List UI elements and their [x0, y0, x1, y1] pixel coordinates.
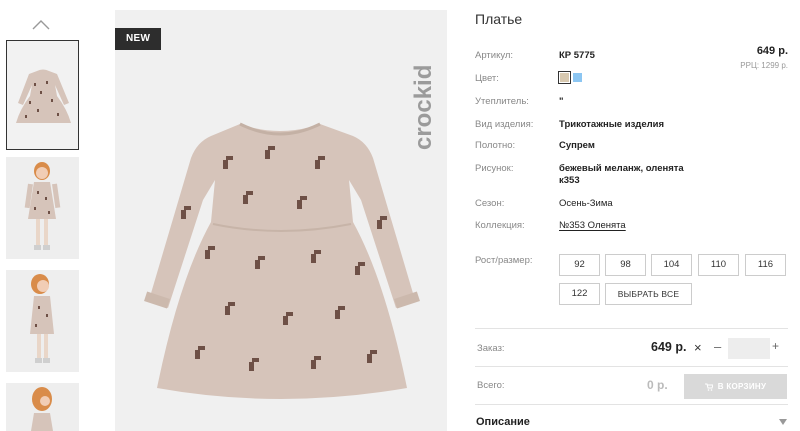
size-option-116[interactable]: 116: [745, 254, 786, 276]
add-to-cart-button[interactable]: В КОРЗИНУ: [684, 374, 787, 399]
new-badge: NEW: [115, 28, 162, 50]
crockid-logo: crockid: [410, 65, 437, 150]
size-option-110[interactable]: 110: [698, 254, 739, 276]
order-label: Заказ:: [477, 343, 505, 354]
pattern-label: Рисунок:: [475, 163, 514, 174]
quantity-increase-button[interactable]: +: [772, 339, 779, 353]
thumbnail-model-image: [6, 383, 79, 431]
pattern-value-line2: к353: [559, 175, 580, 186]
cart-icon: [704, 383, 713, 391]
description-toggle[interactable]: Описание: [476, 416, 530, 428]
multiply-icon: ×: [694, 340, 702, 355]
chevron-down-icon[interactable]: [779, 419, 787, 425]
season-label: Сезон:: [475, 198, 505, 209]
recommended-retail-price: РРЦ: 1299 р.: [740, 61, 788, 70]
add-to-cart-label: В КОРЗИНУ: [717, 382, 767, 391]
season-value: Осень-Зима: [559, 198, 613, 209]
article-label: Артикул:: [475, 50, 514, 61]
quantity-input[interactable]: [728, 338, 770, 359]
fabric-label: Полотно:: [475, 140, 516, 151]
collection-label: Коллекция:: [475, 220, 525, 231]
size-option-92[interactable]: 92: [559, 254, 600, 276]
insulation-value: ": [559, 96, 564, 107]
total-label: Всего:: [477, 380, 505, 391]
color-swatch-beige[interactable]: [558, 71, 571, 84]
total-value: 0 р.: [647, 378, 668, 392]
size-label: Рост/размер:: [475, 255, 533, 266]
divider: [475, 328, 788, 329]
pattern-value-line1: бежевый меланж, оленята: [559, 163, 684, 174]
logo-text: crockid: [410, 65, 437, 150]
divider: [475, 404, 788, 405]
thumbnail-flat-lay[interactable]: [6, 40, 79, 150]
thumbnail-model-side[interactable]: [6, 270, 79, 372]
collection-link[interactable]: №353 Оленята: [559, 220, 626, 232]
size-option-98[interactable]: 98: [605, 254, 646, 276]
size-option-122[interactable]: 122: [559, 283, 600, 305]
product-title: Платье: [475, 11, 523, 27]
thumbnail-model-back[interactable]: [6, 383, 79, 431]
dress-illustration: [115, 10, 447, 431]
product-price: 649 р.: [756, 45, 788, 57]
quantity-decrease-button[interactable]: –: [714, 339, 721, 354]
thumbnail-dress-image: [7, 41, 78, 149]
product-type-label: Вид изделия:: [475, 119, 534, 130]
fabric-value: Супрем: [559, 140, 595, 151]
order-price: 649 р.: [651, 340, 687, 354]
divider: [475, 366, 788, 367]
product-type-value: Трикотажные изделия: [559, 119, 665, 130]
thumbnail-model-front[interactable]: [6, 157, 79, 259]
main-product-image[interactable]: NEW crockid: [115, 10, 447, 431]
color-swatch-blue[interactable]: [573, 73, 582, 82]
chevron-up-icon[interactable]: [30, 14, 52, 36]
thumbnail-model-image: [6, 157, 79, 259]
insulation-label: Утеплитель:: [475, 96, 529, 107]
color-label: Цвет:: [475, 73, 499, 84]
select-all-sizes-button[interactable]: ВЫБРАТЬ ВСЕ: [605, 283, 692, 305]
article-value: КР 5775: [559, 50, 595, 61]
thumbnail-model-image: [6, 270, 79, 372]
size-option-104[interactable]: 104: [651, 254, 692, 276]
